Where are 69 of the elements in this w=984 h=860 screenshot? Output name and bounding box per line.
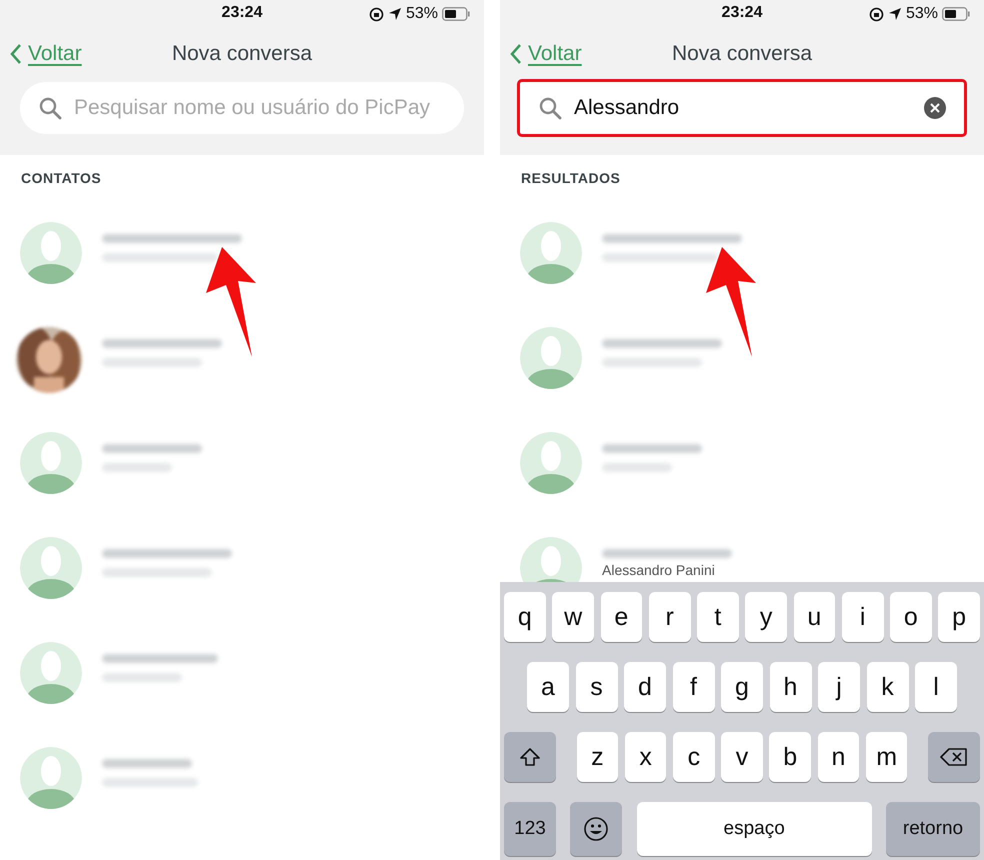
keyboard-key[interactable]: h	[770, 662, 812, 712]
keyboard-key[interactable]: q	[504, 592, 546, 642]
search-input[interactable]: Pesquisar nome ou usuário do PicPay	[72, 95, 446, 121]
chevron-left-icon	[10, 43, 22, 65]
section-heading: RESULTADOS	[521, 169, 620, 187]
battery-percent: 53%	[906, 5, 938, 23]
numbers-key[interactable]: 123	[504, 802, 556, 856]
battery-icon	[442, 7, 470, 21]
avatar-icon	[20, 432, 82, 494]
blurred-detail	[102, 463, 172, 472]
keyboard-key[interactable]: g	[721, 662, 763, 712]
search-icon	[538, 96, 562, 120]
keyboard-key[interactable]: b	[769, 732, 812, 782]
keyboard-key[interactable]: i	[842, 592, 884, 642]
blurred-detail	[602, 463, 672, 472]
location-icon	[388, 7, 402, 21]
emoji-icon	[583, 816, 610, 842]
keyboard-key[interactable]: x	[624, 732, 666, 782]
keyboard-key[interactable]: j	[818, 662, 860, 712]
keyboard-key[interactable]: k	[866, 662, 908, 712]
keyboard-key[interactable]: o	[890, 592, 932, 642]
screen-title: Nova conversa	[672, 42, 812, 66]
keyboard-key[interactable]: t	[697, 592, 739, 642]
avatar-icon	[520, 432, 582, 494]
keyboard-key[interactable]: u	[794, 592, 836, 642]
avatar-icon	[20, 642, 82, 704]
section-heading: CONTATOS	[21, 169, 102, 187]
search-input[interactable]: Alessandro	[572, 95, 914, 121]
keyboard-key[interactable]: s	[576, 662, 618, 712]
keyboard-key[interactable]: d	[624, 662, 666, 712]
avatar-icon	[20, 222, 82, 284]
keyboard-key[interactable]: c	[672, 732, 715, 782]
return-key[interactable]: retorno	[886, 802, 980, 856]
avatar-icon	[520, 327, 582, 389]
status-time: 23:24	[722, 4, 762, 22]
keyboard-key[interactable]: z	[576, 732, 618, 782]
keyboard-key[interactable]: r	[648, 592, 690, 642]
space-key[interactable]: espaço	[636, 802, 872, 856]
search-icon	[38, 96, 62, 120]
keyboard-key[interactable]: a	[527, 662, 569, 712]
keyboard-key[interactable]: w	[552, 592, 594, 642]
keyboard-key[interactable]: y	[745, 592, 787, 642]
rotation-lock-icon	[868, 6, 884, 22]
clear-icon[interactable]	[924, 97, 946, 119]
keyboard-key[interactable]: l	[915, 662, 957, 712]
screen-title: Nova conversa	[172, 42, 312, 66]
rotation-lock-icon	[368, 6, 384, 22]
battery-percent: 53%	[406, 5, 438, 23]
backspace-icon	[940, 747, 968, 767]
avatar-icon	[520, 222, 582, 284]
location-icon	[888, 7, 902, 21]
contact-name: Alessandro Panini	[602, 562, 716, 578]
avatar-icon	[20, 537, 82, 599]
backspace-key[interactable]	[928, 732, 980, 782]
search-field[interactable]: Alessandro	[520, 82, 964, 134]
keyboard-key[interactable]: m	[866, 732, 908, 782]
keyboard-key[interactable]: p	[938, 592, 980, 642]
battery-icon	[942, 7, 970, 21]
keyboard-key[interactable]: f	[672, 662, 714, 712]
shift-key[interactable]	[504, 732, 556, 782]
keyboard-key[interactable]: n	[818, 732, 860, 782]
avatar-icon	[20, 747, 82, 809]
shift-icon	[518, 747, 541, 767]
status-time: 23:24	[222, 4, 262, 22]
keyboard-key[interactable]: v	[721, 732, 763, 782]
emoji-key[interactable]	[570, 802, 622, 856]
chevron-left-icon	[510, 43, 522, 65]
search-field[interactable]: Pesquisar nome ou usuário do PicPay	[20, 82, 464, 134]
keyboard-key[interactable]: e	[600, 592, 642, 642]
